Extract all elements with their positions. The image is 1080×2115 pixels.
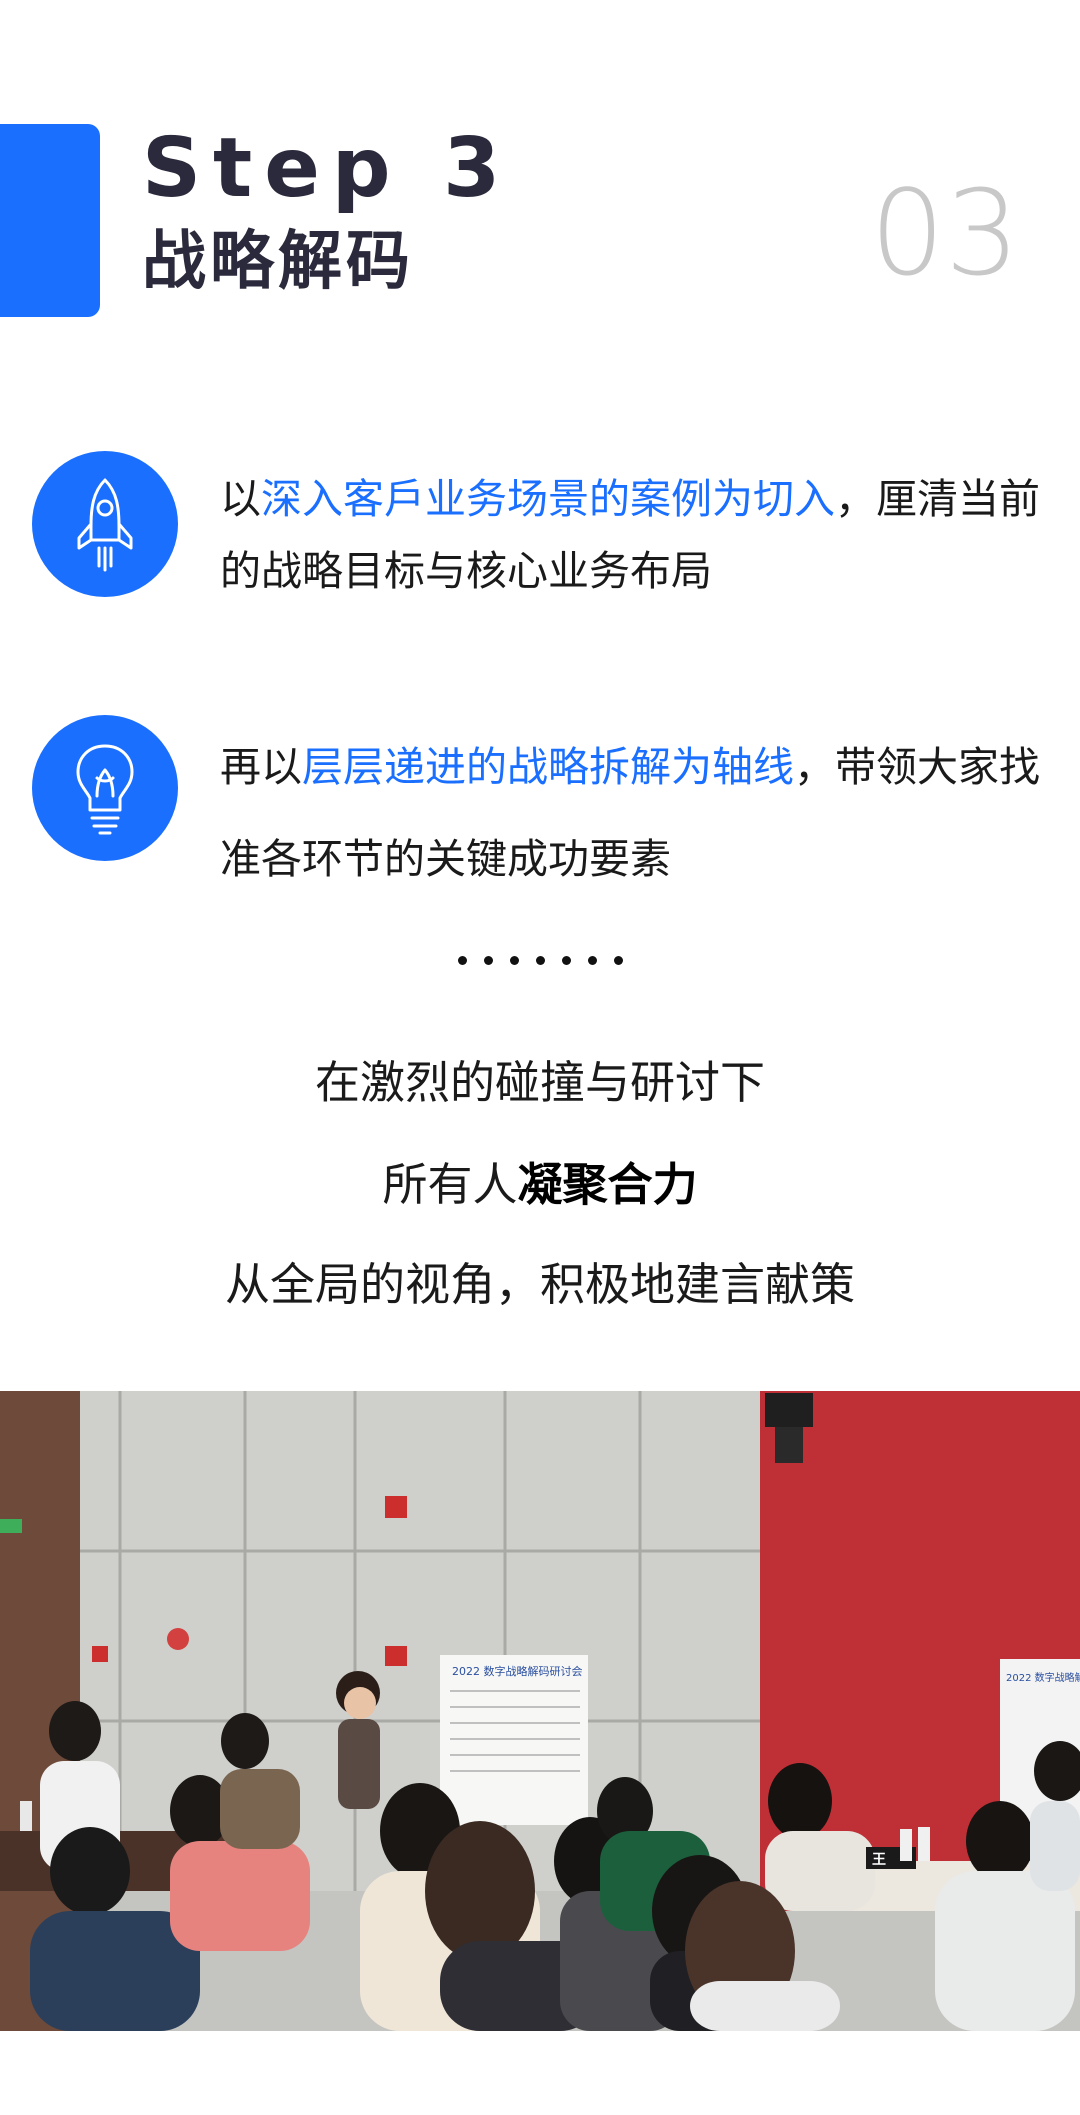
divider-dot [613, 956, 623, 965]
divider-dot [509, 956, 519, 965]
workshop-photo: 2022 数字战略解码研讨会 2022 数字战略解码 [0, 1391, 1080, 2031]
nameplate: 王 [872, 1852, 886, 1868]
divider-dot [561, 956, 571, 965]
step-subtitle: 战略解码 [142, 225, 414, 299]
divider-dot [535, 956, 545, 965]
dot-divider [0, 956, 1080, 965]
divider-dot [483, 956, 493, 965]
right-board-title: 2022 数字战略解码 [1006, 1671, 1080, 1684]
lightbulb-icon [32, 715, 178, 861]
point-highlight: 层层递进的战略拆解为轴线 [302, 743, 794, 791]
point-highlight: 深入客戶业务场景的案例为切入 [261, 475, 835, 523]
header-accent-bar [0, 124, 100, 317]
step-title: Step 3 [142, 121, 513, 216]
summary-line-3: 从全局的视角，积极地建言献策 [224, 1258, 855, 1311]
summary-line-2: 所有人凝聚合力 [0, 1155, 1080, 1215]
summary-line-2-prefix: 所有人 [382, 1158, 518, 1211]
point-prefix: 再以 [220, 743, 302, 791]
summary-line-2-bold: 凝聚合力 [517, 1158, 698, 1211]
rocket-icon [32, 451, 178, 597]
divider-dot [457, 956, 467, 965]
point-text: 再以层层递进的战略拆解为轴线，带领大家找准各环节的关键成功要素 [220, 721, 1042, 905]
summary-line-1: 在激烈的碰撞与研讨下 [314, 1056, 765, 1109]
step-number: 03 [869, 164, 1020, 302]
divider-dot [587, 956, 597, 965]
board-title: 2022 数字战略解码研讨会 [452, 1664, 583, 1678]
point-prefix: 以 [220, 475, 261, 523]
point-text: 以深入客戶业务场景的案例为切入，厘清当前的战略目标与核心业务布局 [220, 463, 1042, 607]
